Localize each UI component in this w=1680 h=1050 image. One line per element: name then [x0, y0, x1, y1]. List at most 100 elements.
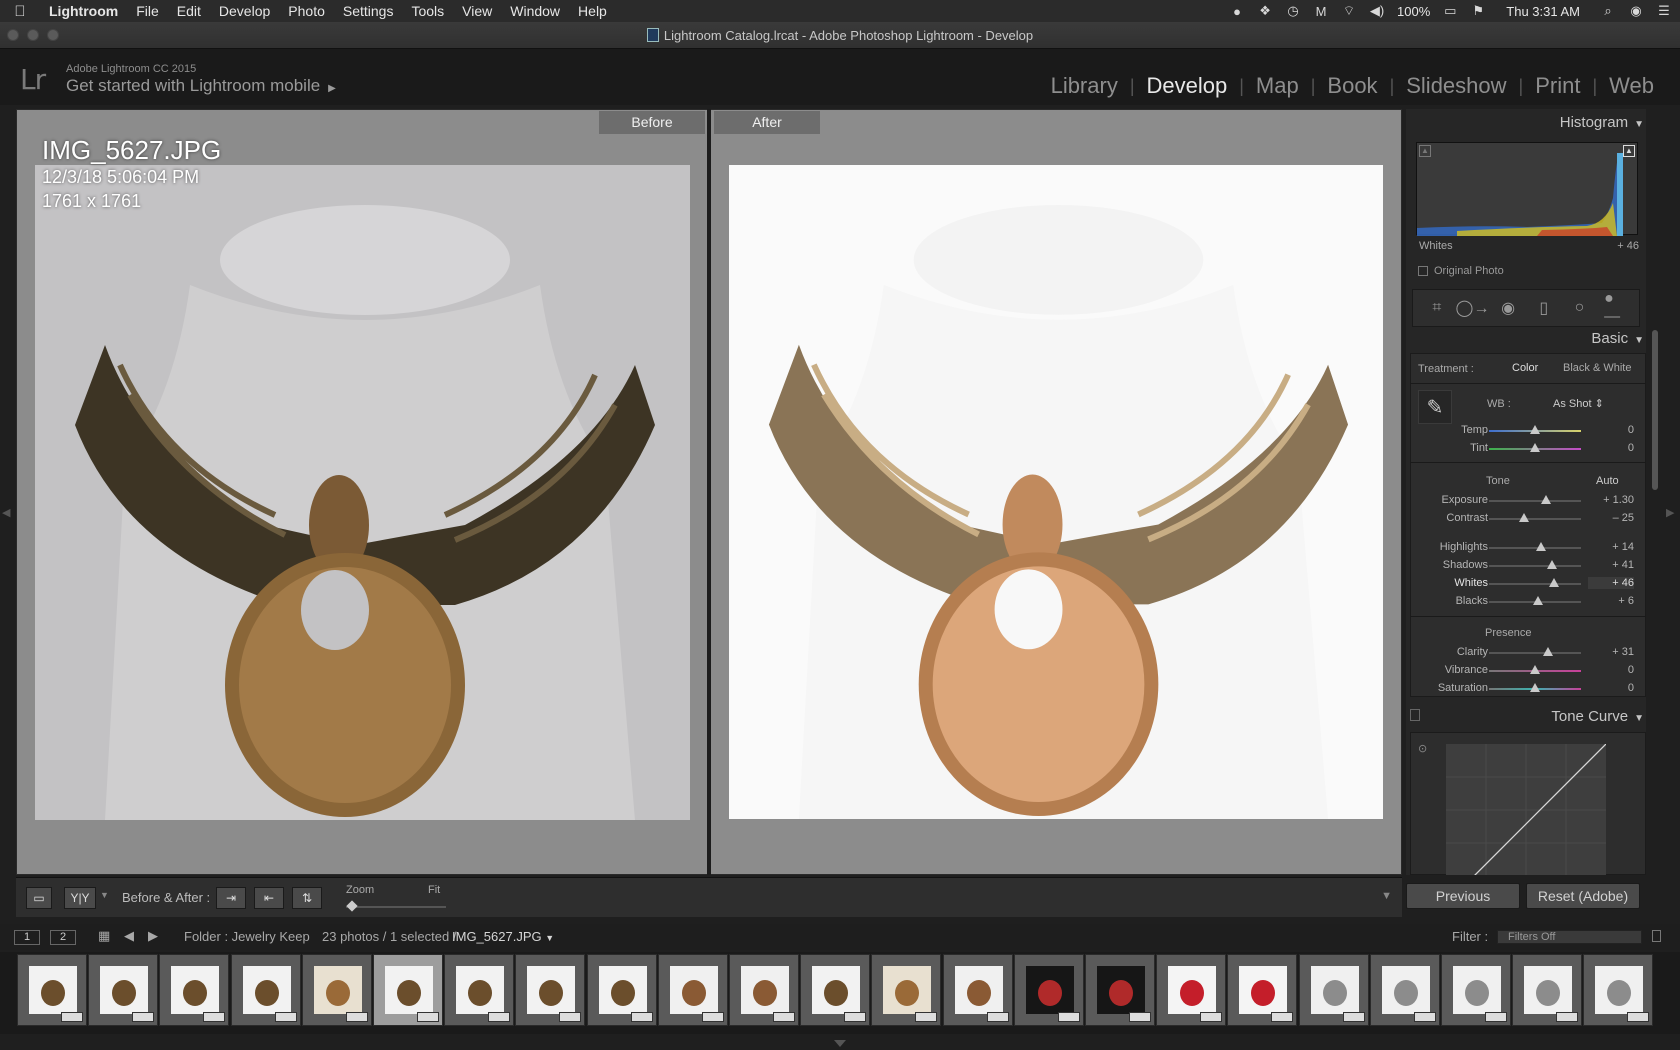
slider-handle[interactable] [1530, 665, 1540, 674]
filmstrip-thumbnail[interactable] [515, 954, 585, 1026]
filmstrip-thumbnail[interactable] [943, 954, 1013, 1026]
copy-before-to-after-button[interactable]: ⇥ [216, 887, 246, 909]
slider-blacks[interactable]: Blacks + 6 [1410, 593, 1646, 611]
minimize-window-button[interactable] [27, 29, 39, 41]
slider-handle[interactable] [1543, 647, 1553, 656]
menu-help[interactable]: Help [569, 0, 616, 22]
original-photo-toggle[interactable]: Original Photo [1418, 265, 1504, 277]
crop-tool-icon[interactable]: ⌗ [1426, 297, 1448, 319]
wb-preset-select[interactable]: As Shot ⇕ [1553, 397, 1604, 410]
clock-icon[interactable]: ◷ [1285, 3, 1301, 19]
menu-develop[interactable]: Develop [210, 0, 279, 22]
slider-exposure[interactable]: Exposure + 1.30 [1410, 492, 1646, 510]
slider-value[interactable]: 0 [1588, 442, 1634, 454]
filter-select[interactable]: Filters Off [1497, 930, 1642, 944]
slider-whites[interactable]: Whites + 46 [1410, 575, 1646, 593]
filmstrip-thumbnail[interactable] [17, 954, 87, 1026]
forward-arrow-icon[interactable]: ▶ [148, 928, 158, 944]
previous-settings-button[interactable]: Previous [1406, 883, 1520, 909]
slider-track[interactable] [1489, 547, 1581, 549]
toolbar-content-dropdown-icon[interactable]: ▼ [1381, 890, 1392, 902]
slider-vibrance[interactable]: Vibrance 0 [1410, 662, 1646, 680]
treatment-bw-option[interactable]: Black & White [1563, 362, 1631, 374]
spot-removal-icon[interactable]: ◯→ [1456, 297, 1490, 319]
histogram[interactable]: ▲ ▲ [1416, 142, 1638, 236]
slider-contrast[interactable]: Contrast – 25 [1410, 510, 1646, 528]
module-print[interactable]: Print [1523, 73, 1592, 99]
dropbox-icon[interactable]: ❖ [1257, 3, 1273, 19]
white-balance-picker-icon[interactable]: ✎ [1418, 390, 1452, 424]
zoom-slider-handle[interactable] [346, 900, 358, 912]
slider-shadows[interactable]: Shadows + 41 [1410, 557, 1646, 575]
slider-value[interactable]: + 41 [1588, 559, 1634, 571]
slider-value[interactable]: + 14 [1588, 541, 1634, 553]
spotlight-search-icon[interactable]: ⌕ [1600, 3, 1616, 19]
tone-curve-toggle-switch[interactable] [1410, 709, 1420, 721]
filmstrip-thumbnail[interactable] [1014, 954, 1084, 1026]
right-panel-toggle-icon[interactable]: ▶ [1666, 506, 1674, 519]
menu-edit[interactable]: Edit [168, 0, 210, 22]
menu-settings[interactable]: Settings [334, 0, 403, 22]
slider-highlights[interactable]: Highlights + 14 [1410, 539, 1646, 557]
auto-tone-button[interactable]: Auto [1596, 475, 1619, 487]
siri-icon[interactable]: ◉ [1628, 3, 1644, 19]
module-map[interactable]: Map [1244, 73, 1311, 99]
slider-track[interactable] [1489, 652, 1581, 654]
loupe-view-button[interactable]: ▭ [26, 887, 52, 909]
shadow-clipping-icon[interactable]: ▲ [1419, 145, 1431, 157]
zoom-slider-track[interactable] [346, 906, 446, 908]
slider-value[interactable]: + 1.30 [1588, 494, 1634, 506]
filmstrip-thumbnail[interactable] [231, 954, 301, 1026]
swap-before-after-button[interactable]: ⇅ [292, 887, 322, 909]
filmstrip-thumbnail[interactable] [1441, 954, 1511, 1026]
slider-value[interactable]: + 31 [1588, 646, 1634, 658]
clock-text[interactable]: Thu 3:31 AM [1506, 4, 1580, 19]
module-book[interactable]: Book [1315, 73, 1389, 99]
before-after-view-button[interactable]: Y|Y [64, 887, 96, 909]
slider-handle[interactable] [1549, 578, 1559, 587]
slider-value[interactable]: 0 [1588, 424, 1634, 436]
slider-saturation[interactable]: Saturation 0 [1410, 680, 1646, 698]
slider-handle[interactable] [1536, 542, 1546, 551]
right-panel-scrollbar[interactable] [1652, 330, 1658, 490]
filmstrip-thumbnail[interactable] [444, 954, 514, 1026]
copy-after-to-before-button[interactable]: ⇤ [254, 887, 284, 909]
filmstrip-thumbnail[interactable] [1299, 954, 1369, 1026]
filmstrip-thumbnail[interactable] [302, 954, 372, 1026]
mobile-promo-link[interactable]: Get started with Lightroom mobile ▶ [66, 76, 336, 96]
record-icon[interactable]: ● [1229, 3, 1245, 19]
filmstrip-thumbnail[interactable] [1512, 954, 1582, 1026]
folder-source[interactable]: Folder : Jewelry Keep [184, 929, 310, 944]
second-window-button[interactable]: 2 [50, 930, 76, 945]
slider-value[interactable]: + 6 [1588, 595, 1634, 607]
flag-icon[interactable]: ⚑ [1470, 3, 1486, 19]
before-photo[interactable] [35, 165, 690, 820]
filmstrip-thumbnail[interactable] [1227, 954, 1297, 1026]
basic-header[interactable]: Basic ▼ [1548, 330, 1644, 347]
slider-handle[interactable] [1530, 683, 1540, 692]
filmstrip-thumbnail[interactable] [1085, 954, 1155, 1026]
slider-handle[interactable] [1541, 495, 1551, 504]
filmstrip-thumbnail[interactable] [159, 954, 229, 1026]
targeted-adjustment-icon[interactable]: ⊙ [1418, 742, 1427, 755]
slider-track[interactable] [1489, 583, 1581, 585]
selected-filename[interactable]: IMG_5627.JPG ▼ [452, 929, 554, 944]
filmstrip-thumbnail[interactable] [1583, 954, 1653, 1026]
treatment-color-option[interactable]: Color [1512, 362, 1538, 374]
filmstrip-thumbnail[interactable] [587, 954, 657, 1026]
module-slideshow[interactable]: Slideshow [1394, 73, 1518, 99]
filter-lock-icon[interactable] [1652, 930, 1661, 942]
module-web[interactable]: Web [1597, 73, 1666, 99]
apple-menu-icon[interactable]:  [0, 3, 40, 20]
slider-handle[interactable] [1533, 596, 1543, 605]
reset-button[interactable]: Reset (Adobe) [1526, 883, 1640, 909]
histogram-header[interactable]: Histogram ▼ [1548, 114, 1644, 131]
menu-tools[interactable]: Tools [402, 0, 453, 22]
slider-handle[interactable] [1530, 425, 1540, 434]
slider-handle[interactable] [1547, 560, 1557, 569]
battery-icon[interactable]: ▭ [1442, 3, 1458, 19]
filmstrip-thumbnail[interactable] [1156, 954, 1226, 1026]
slider-track[interactable] [1489, 565, 1581, 567]
slider-track[interactable] [1489, 500, 1581, 502]
main-window-button[interactable]: 1 [14, 930, 40, 945]
